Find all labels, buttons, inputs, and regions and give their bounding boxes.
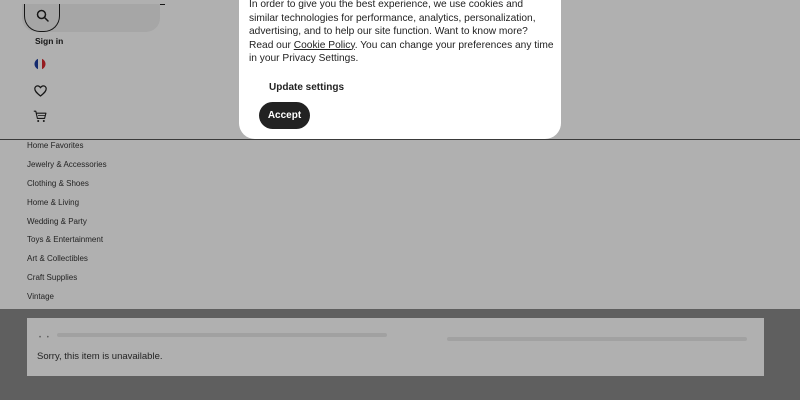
page: Sign in Home Favorites Jewelry & Accesso… — [0, 0, 800, 400]
cookie-consent-text: In order to give you the best experience… — [249, 0, 554, 66]
update-settings-button[interactable]: Update settings — [269, 82, 344, 93]
cookie-consent-dialog: In order to give you the best experience… — [239, 0, 561, 139]
accept-button[interactable]: Accept — [259, 102, 310, 129]
cookie-policy-link[interactable]: Cookie Policy — [294, 40, 355, 51]
